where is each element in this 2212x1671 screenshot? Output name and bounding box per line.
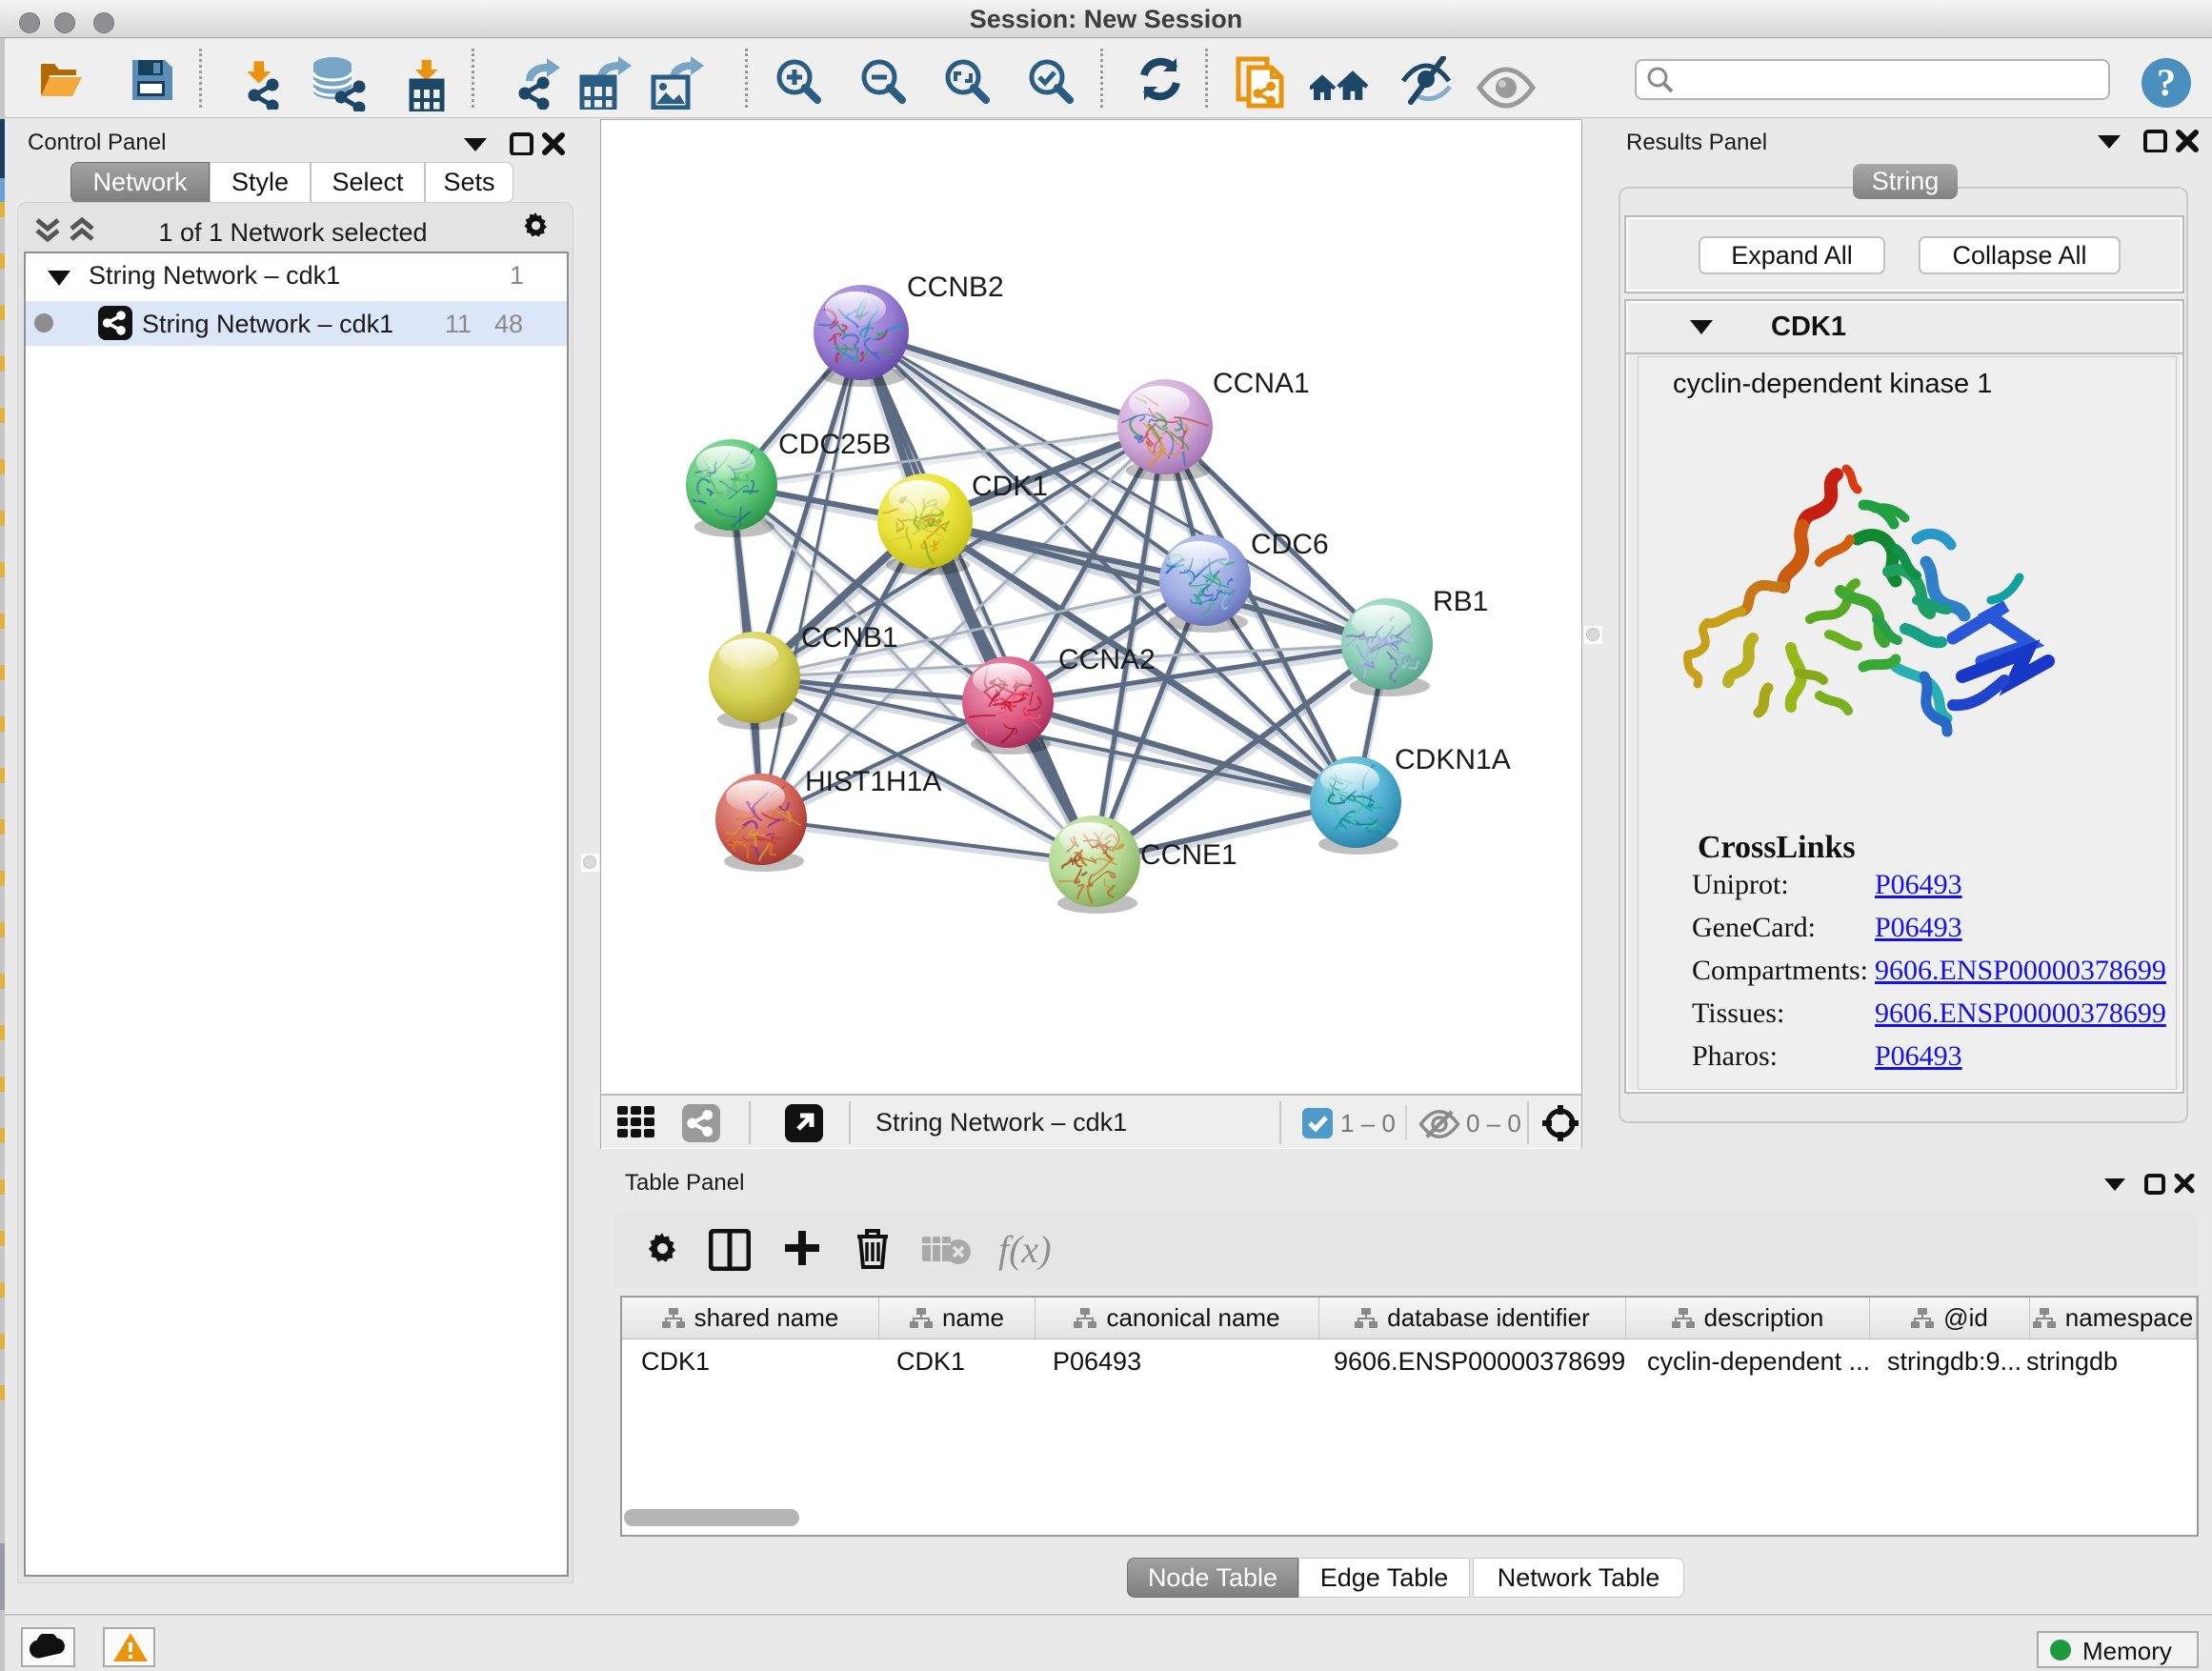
- svg-text:CDC25B: CDC25B: [778, 429, 891, 460]
- svg-text:CCNB2: CCNB2: [907, 272, 1004, 303]
- svg-text:CCNE1: CCNE1: [1140, 839, 1237, 871]
- svg-text:CDC6: CDC6: [1251, 529, 1329, 560]
- svg-text:CDKN1A: CDKN1A: [1395, 744, 1511, 775]
- svg-text:HIST1H1A: HIST1H1A: [805, 766, 941, 797]
- svg-text:CCNA1: CCNA1: [1213, 368, 1310, 399]
- svg-text:CCNA2: CCNA2: [1058, 644, 1156, 675]
- svg-text:CDK1: CDK1: [972, 471, 1048, 502]
- svg-text:RB1: RB1: [1433, 586, 1488, 617]
- svg-text:CCNB1: CCNB1: [801, 622, 898, 654]
